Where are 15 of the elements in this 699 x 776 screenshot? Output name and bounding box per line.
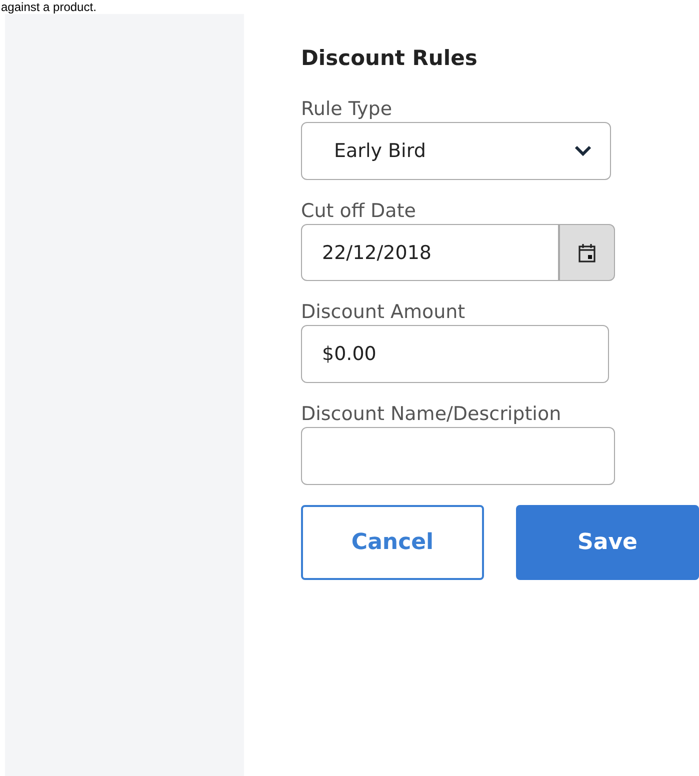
text-input-field[interactable] (301, 427, 615, 485)
chevron-down-icon (574, 145, 592, 157)
field-label: Rule Type (301, 98, 394, 120)
text-input-field[interactable]: $0.00 (301, 325, 609, 383)
intro-text: against a product. (0, 0, 98, 14)
field-label: Discount Name/Description (301, 403, 562, 425)
calendar-button[interactable] (559, 224, 615, 281)
save-button[interactable]: Save (516, 505, 699, 580)
cancel-button[interactable]: Cancel (301, 505, 484, 580)
field-label: Discount Amount (301, 301, 466, 323)
form-title: Discount Rules (301, 46, 478, 70)
field-label: Cut off Date (301, 200, 417, 222)
date-input-field[interactable]: 22/12/2018 (301, 224, 559, 281)
rule-type-dropdown[interactable]: Early Bird (301, 122, 611, 180)
calendar-icon (578, 242, 596, 262)
